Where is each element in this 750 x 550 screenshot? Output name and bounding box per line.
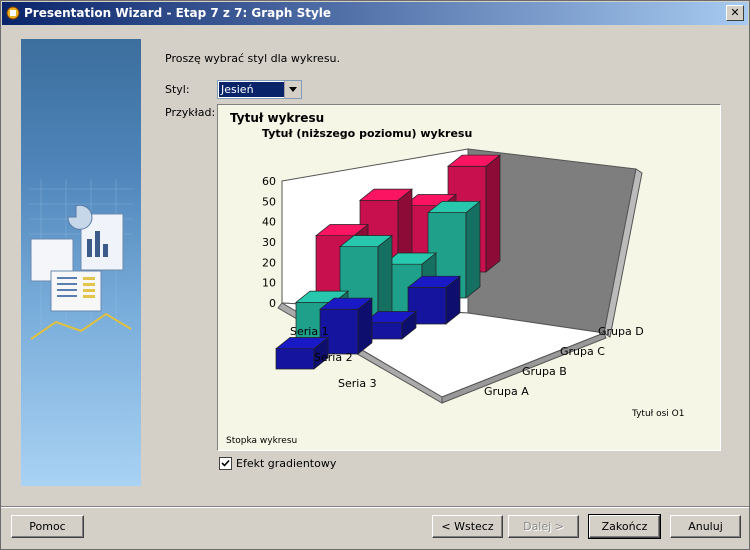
- back-button[interactable]: < Wstecz: [432, 515, 503, 538]
- instruction-text: Proszę wybrać styl dla wykresu.: [165, 52, 341, 65]
- next-button[interactable]: Dalej >: [508, 515, 579, 538]
- separator: [1, 506, 749, 508]
- gradient-checkbox-label[interactable]: Efekt gradientowy: [236, 457, 336, 470]
- y-tick-label: 50: [262, 195, 276, 208]
- style-select[interactable]: Jesień: [217, 80, 302, 99]
- axis-title: Tytuł osi O1: [631, 409, 684, 419]
- chart-title: Tytuł wykresu: [230, 111, 324, 125]
- series-label: Seria 3: [338, 377, 377, 390]
- window-title: Presentation Wizard - Etap 7 z 7: Graph …: [24, 6, 332, 20]
- y-tick-label: 40: [262, 216, 276, 229]
- y-tick-label: 30: [262, 236, 276, 249]
- y-tick-label: 0: [269, 297, 276, 310]
- category-label: Grupa A: [484, 385, 529, 398]
- gradient-checkbox[interactable]: [219, 457, 232, 470]
- chart-subtitle: Tytuł (niższego poziomu) wykresu: [262, 127, 472, 140]
- cancel-button[interactable]: Anuluj: [670, 515, 741, 538]
- chart-preview: Tytuł wykresu Tytuł (niższego poziomu) w…: [217, 104, 721, 451]
- finish-button[interactable]: Zakończ: [588, 514, 661, 539]
- y-tick-label: 20: [262, 256, 276, 269]
- y-tick-label: 10: [262, 277, 276, 290]
- series-label: Seria 1: [290, 325, 329, 338]
- dropdown-button[interactable]: [284, 81, 301, 98]
- presentation-illustration: [29, 179, 133, 340]
- style-select-value: Jesień: [219, 82, 285, 97]
- close-icon: ✕: [730, 6, 740, 19]
- app-icon: [6, 6, 20, 20]
- chart-footer: Stopka wykresu: [226, 436, 297, 446]
- help-button[interactable]: Pomoc: [11, 515, 84, 538]
- chart-canvas: Tytuł wykresu Tytuł (niższego poziomu) w…: [226, 111, 684, 446]
- style-label: Styl:: [165, 83, 190, 96]
- preview-label: Przykład:: [165, 106, 216, 119]
- chevron-down-icon: [289, 87, 297, 92]
- checkmark-icon: [221, 459, 230, 467]
- wizard-window: Presentation Wizard - Etap 7 z 7: Graph …: [0, 0, 750, 550]
- y-tick-label: 60: [262, 175, 276, 188]
- category-label: Grupa C: [560, 345, 605, 358]
- category-label: Grupa D: [598, 325, 644, 338]
- wizard-sidebar: [21, 39, 141, 486]
- title-bar: Presentation Wizard - Etap 7 z 7: Graph …: [2, 2, 748, 25]
- close-button[interactable]: ✕: [726, 5, 744, 21]
- category-label: Grupa B: [522, 365, 567, 378]
- series-label: Seria 2: [314, 351, 353, 364]
